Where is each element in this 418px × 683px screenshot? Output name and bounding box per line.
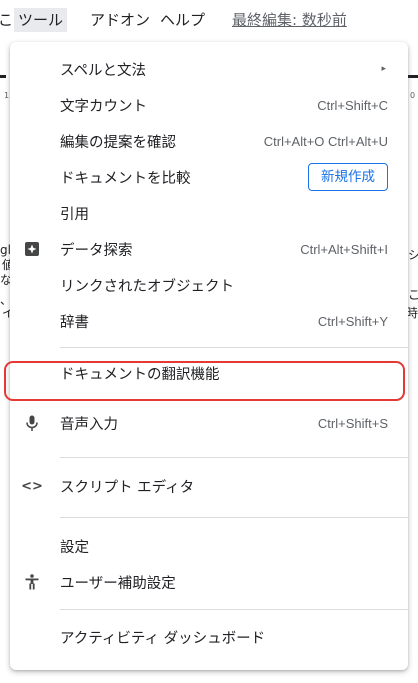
menu-bar: こ ツール アドオン ヘルプ 最終編集: 数秒前: [0, 0, 418, 40]
menu-item-linked-objects[interactable]: リンクされたオブジェクト: [10, 268, 408, 302]
doc-snippet: シ: [408, 248, 418, 262]
code-icon: <>: [21, 478, 43, 494]
menu-item-script-editor[interactable]: <> スクリプト エディタ: [10, 469, 408, 503]
menu-item-voice-typing[interactable]: 音声入力 Ctrl+Shift+S: [10, 406, 408, 440]
menu-divider: [60, 517, 408, 518]
shortcut-text: Ctrl+Shift+Y: [317, 313, 388, 329]
doc-snippet: こ: [408, 288, 418, 302]
shortcut-text: Ctrl+Shift+S: [317, 415, 388, 431]
menu-item-label: アクティビティ ダッシュボード: [60, 630, 266, 647]
menu-item-label: 設定: [60, 539, 89, 556]
menu-item-label: 引用: [60, 206, 89, 223]
ruler-number-left: 1: [4, 91, 10, 100]
shortcut-text: Ctrl+Shift+C: [317, 97, 388, 113]
menu-item-review-suggestions[interactable]: 編集の提案を確認 Ctrl+Alt+O Ctrl+Alt+U: [10, 124, 408, 158]
menu-item-preferences[interactable]: 設定: [10, 529, 408, 563]
ruler-number-right: 0: [410, 91, 416, 100]
menu-item-citations[interactable]: 引用: [10, 196, 408, 230]
menu-item-label: ドキュメントを比較: [60, 170, 191, 187]
menu-divider: [60, 609, 408, 610]
new-badge: 新規作成: [308, 163, 388, 191]
menu-item-dictionary[interactable]: 辞書 Ctrl+Shift+Y: [10, 304, 408, 338]
shortcut-text: Ctrl+Alt+Shift+I: [300, 241, 388, 257]
menu-item-label: 編集の提案を確認: [60, 134, 176, 151]
explore-icon: [24, 241, 40, 257]
menu-tools[interactable]: ツール: [14, 8, 68, 32]
menu-item-label: 音声入力: [60, 416, 118, 433]
menu-divider: [60, 347, 408, 348]
menu-item-label: リンクされたオブジェクト: [60, 278, 234, 295]
submenu-arrow-icon: ▸: [381, 64, 386, 74]
menu-item-word-count[interactable]: 文字カウント Ctrl+Shift+C: [10, 88, 408, 122]
menu-item-explore[interactable]: データ探索 Ctrl+Alt+Shift+I: [10, 232, 408, 266]
menu-item-label: データ探索: [60, 242, 133, 259]
menu-item-label: スペルと文法: [60, 62, 146, 79]
menu-item-label: 文字カウント: [60, 98, 147, 115]
accessibility-icon: [24, 574, 40, 590]
menu-item-spelling[interactable]: スペルと文法 ▸: [10, 52, 408, 86]
menu-item-label: ユーザー補助設定: [60, 575, 176, 592]
ruler-mark-left: [0, 75, 6, 78]
menu-item-label: スクリプト エディタ: [60, 479, 195, 496]
menu-item-accessibility[interactable]: ユーザー補助設定: [10, 565, 408, 599]
last-edit-link[interactable]: 最終編集: 数秒前: [232, 8, 347, 32]
menu-addons[interactable]: アドオン: [90, 8, 150, 32]
menu-item-label: 辞書: [60, 314, 89, 331]
menu-item-activity-dashboard[interactable]: アクティビティ ダッシュボード: [10, 620, 408, 654]
menu-item-compare-documents[interactable]: ドキュメントを比較 新規作成: [10, 160, 408, 194]
highlight-box: [4, 361, 405, 401]
menu-help[interactable]: ヘルプ: [160, 8, 205, 32]
tools-dropdown-menu: スペルと文法 ▸ 文字カウント Ctrl+Shift+C 編集の提案を確認 Ct…: [10, 42, 408, 670]
menu-partial-item[interactable]: こ: [0, 8, 13, 32]
shortcut-text: Ctrl+Alt+O Ctrl+Alt+U: [263, 133, 388, 149]
microphone-icon: [24, 415, 40, 431]
menu-divider: [60, 457, 408, 458]
